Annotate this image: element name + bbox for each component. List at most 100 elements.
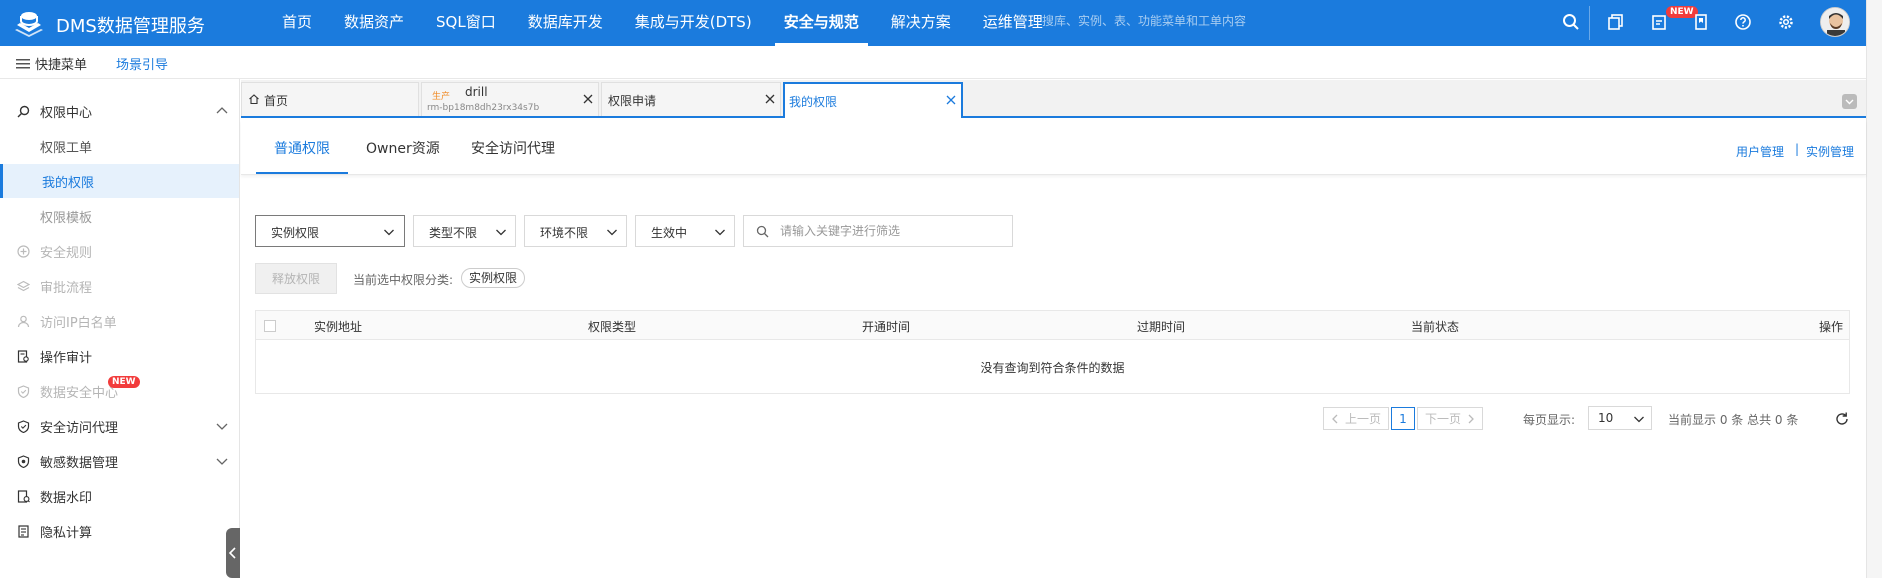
column-header-expire-time[interactable]: 过期时间 [1137,318,1185,335]
sidebar-collapse-button[interactable] [226,528,240,578]
layers-icon [16,279,30,293]
permission-type-select[interactable]: 实例权限 [255,215,405,247]
bookmark-icon[interactable] [1690,11,1712,33]
page-size-value: 10 [1598,411,1614,425]
tab-overflow-button[interactable] [1842,94,1857,109]
quick-menu-button[interactable]: 快捷菜单 [16,54,87,73]
brand-title[interactable]: DMS数据管理服务 [56,12,205,38]
sidebar-item-label: 我的权限 [42,175,95,191]
column-header-status[interactable]: 当前状态 [1411,318,1459,335]
user-avatar[interactable] [1820,7,1850,37]
page-number-button[interactable]: 1 [1391,407,1415,430]
global-search-input[interactable]: 搜库、实例、表、功能菜单和工单内容 [1042,12,1246,29]
chevron-left-icon [1332,414,1338,423]
new-badge: NEW [108,376,140,388]
window-tab-bar: 首页 生产 drill rm-bp18m8dh23rx34s7b 权限申请 我的… [241,80,1866,118]
subtab-owner-resources[interactable]: Owner资源 [366,138,440,158]
chevron-down-icon[interactable] [215,419,229,433]
sidebar-item-label: 安全规则 [40,245,93,261]
chevron-down-icon [1845,99,1854,104]
type-filter-select[interactable]: 类型不限 [413,215,516,247]
refresh-icon[interactable] [1834,411,1850,427]
tab-home-title: 首页 [264,94,289,108]
next-page-button[interactable]: 下一页 [1417,407,1483,430]
sidebar-item-permission-center[interactable]: 权限中心 [0,94,239,128]
user-manage-link[interactable]: 用户管理 [1736,143,1784,160]
tab-drill[interactable]: 生产 drill rm-bp18m8dh23rx34s7b [421,82,599,116]
select-value: 环境不限 [540,226,589,240]
sidebar-item-privacy-computing[interactable]: 隐私计算 [0,514,239,548]
chevron-up-icon[interactable] [215,104,229,118]
sidebar-item-my-permissions[interactable]: 我的权限 [0,164,239,198]
shield-check-icon [16,419,30,433]
table-header: 实例地址 权限类型 开通时间 过期时间 当前状态 操作 [256,311,1849,340]
tab-my-permissions-title: 我的权限 [789,95,838,109]
release-permission-button[interactable]: 释放权限 [255,263,337,294]
copy-icon[interactable] [1605,11,1627,33]
nav-ops[interactable]: 运维管理 [974,0,1052,46]
settings-gear-icon[interactable] [1775,11,1797,33]
page-size-select[interactable]: 10 [1588,406,1652,430]
column-header-permission-type[interactable]: 权限类型 [588,318,636,335]
sidebar-item-label: 权限模板 [40,210,93,226]
env-filter-select[interactable]: 环境不限 [524,215,627,247]
nav-solutions[interactable]: 解决方案 [882,0,960,46]
help-icon[interactable] [1732,11,1754,33]
env-tag: 生产 [432,92,451,102]
sidebar-item-approval-flow[interactable]: 审批流程 [0,269,239,303]
sidebar-item-sensitive-data[interactable]: 敏感数据管理 [0,444,239,478]
nav-security[interactable]: 安全与规范 [774,0,868,46]
tab-permission-apply[interactable]: 权限申请 [601,82,781,116]
nav-dts[interactable]: 集成与开发(DTS) [626,0,761,46]
sidebar-item-ip-whitelist[interactable]: 访问IP白名单 [0,304,239,338]
sidebar-item-label: 隐私计算 [40,525,93,541]
prev-page-button[interactable]: 上一页 [1323,407,1389,430]
keyword-search-input[interactable] [780,222,1000,240]
sidebar-item-data-watermark[interactable]: 数据水印 [0,479,239,513]
prev-page-label: 上一页 [1344,412,1381,426]
sidebar-item-security-rules[interactable]: 安全规则 [0,234,239,268]
quick-bar: 快捷菜单 场景引导 [0,46,1866,79]
status-filter-select[interactable]: 生效中 [635,215,735,247]
main-nav: 首页 数据资产 SQL窗口 数据库开发 集成与开发(DTS) 安全与规范 解决方… [273,0,1066,46]
tab-permission-apply-title: 权限申请 [608,94,657,108]
close-icon[interactable] [945,94,957,106]
scene-guide-link[interactable]: 场景引导 [116,54,168,73]
sidebar-item-label: 操作审计 [40,350,93,366]
home-icon [249,94,259,105]
sidebar-item-label: 审批流程 [40,280,93,296]
sidebar-item-permission-tickets[interactable]: 权限工单 [0,129,239,163]
search-icon[interactable] [1560,11,1582,33]
sidebar-item-permission-templates[interactable]: 权限模板 [0,199,239,233]
chevron-down-icon [715,229,725,236]
chevron-down-icon [607,229,617,236]
tab-my-permissions[interactable]: 我的权限 [783,82,963,118]
instance-manage-link[interactable]: 实例管理 [1806,143,1854,160]
nav-sql-window[interactable]: SQL窗口 [427,0,505,46]
pagination-summary: 当前显示 0 条 总共 0 条 [1668,413,1799,427]
tab-instance-id: rm-bp18m8dh23rx34s7b [427,103,540,113]
column-header-open-time[interactable]: 开通时间 [862,318,910,335]
sidebar-item-secure-access-proxy[interactable]: 安全访问代理 [0,409,239,443]
category-tag: 实例权限 [461,268,526,288]
close-icon[interactable] [582,93,594,105]
page-scrollbar[interactable] [1866,0,1882,578]
tab-home[interactable]: 首页 [241,82,419,116]
nav-db-dev[interactable]: 数据库开发 [519,0,612,46]
sidebar-item-data-security-center[interactable]: 数据安全中心 NEW [0,374,239,408]
chevron-down-icon[interactable] [215,454,229,468]
permission-table: 实例地址 权限类型 开通时间 过期时间 当前状态 操作 没有查询到符合条件的数据 [255,310,1850,394]
nav-home[interactable]: 首页 [273,0,321,46]
dms-logo-icon [15,12,43,37]
sidebar-item-label: 数据安全中心 [40,385,119,401]
select-all-checkbox[interactable] [264,320,276,332]
subtab-normal-permissions[interactable]: 普通权限 [274,138,330,158]
permission-subtabs: 普通权限 Owner资源 安全访问代理 用户管理 | 实例管理 [241,120,1866,175]
sidebar-item-operation-audit[interactable]: 操作审计 [0,339,239,373]
subtab-secure-access-proxy[interactable]: 安全访问代理 [471,138,555,158]
keyword-search-box [743,215,1013,247]
chevron-right-icon [1468,414,1474,423]
nav-data-assets[interactable]: 数据资产 [335,0,413,46]
column-header-instance-address[interactable]: 实例地址 [314,318,362,335]
close-icon[interactable] [764,93,776,105]
